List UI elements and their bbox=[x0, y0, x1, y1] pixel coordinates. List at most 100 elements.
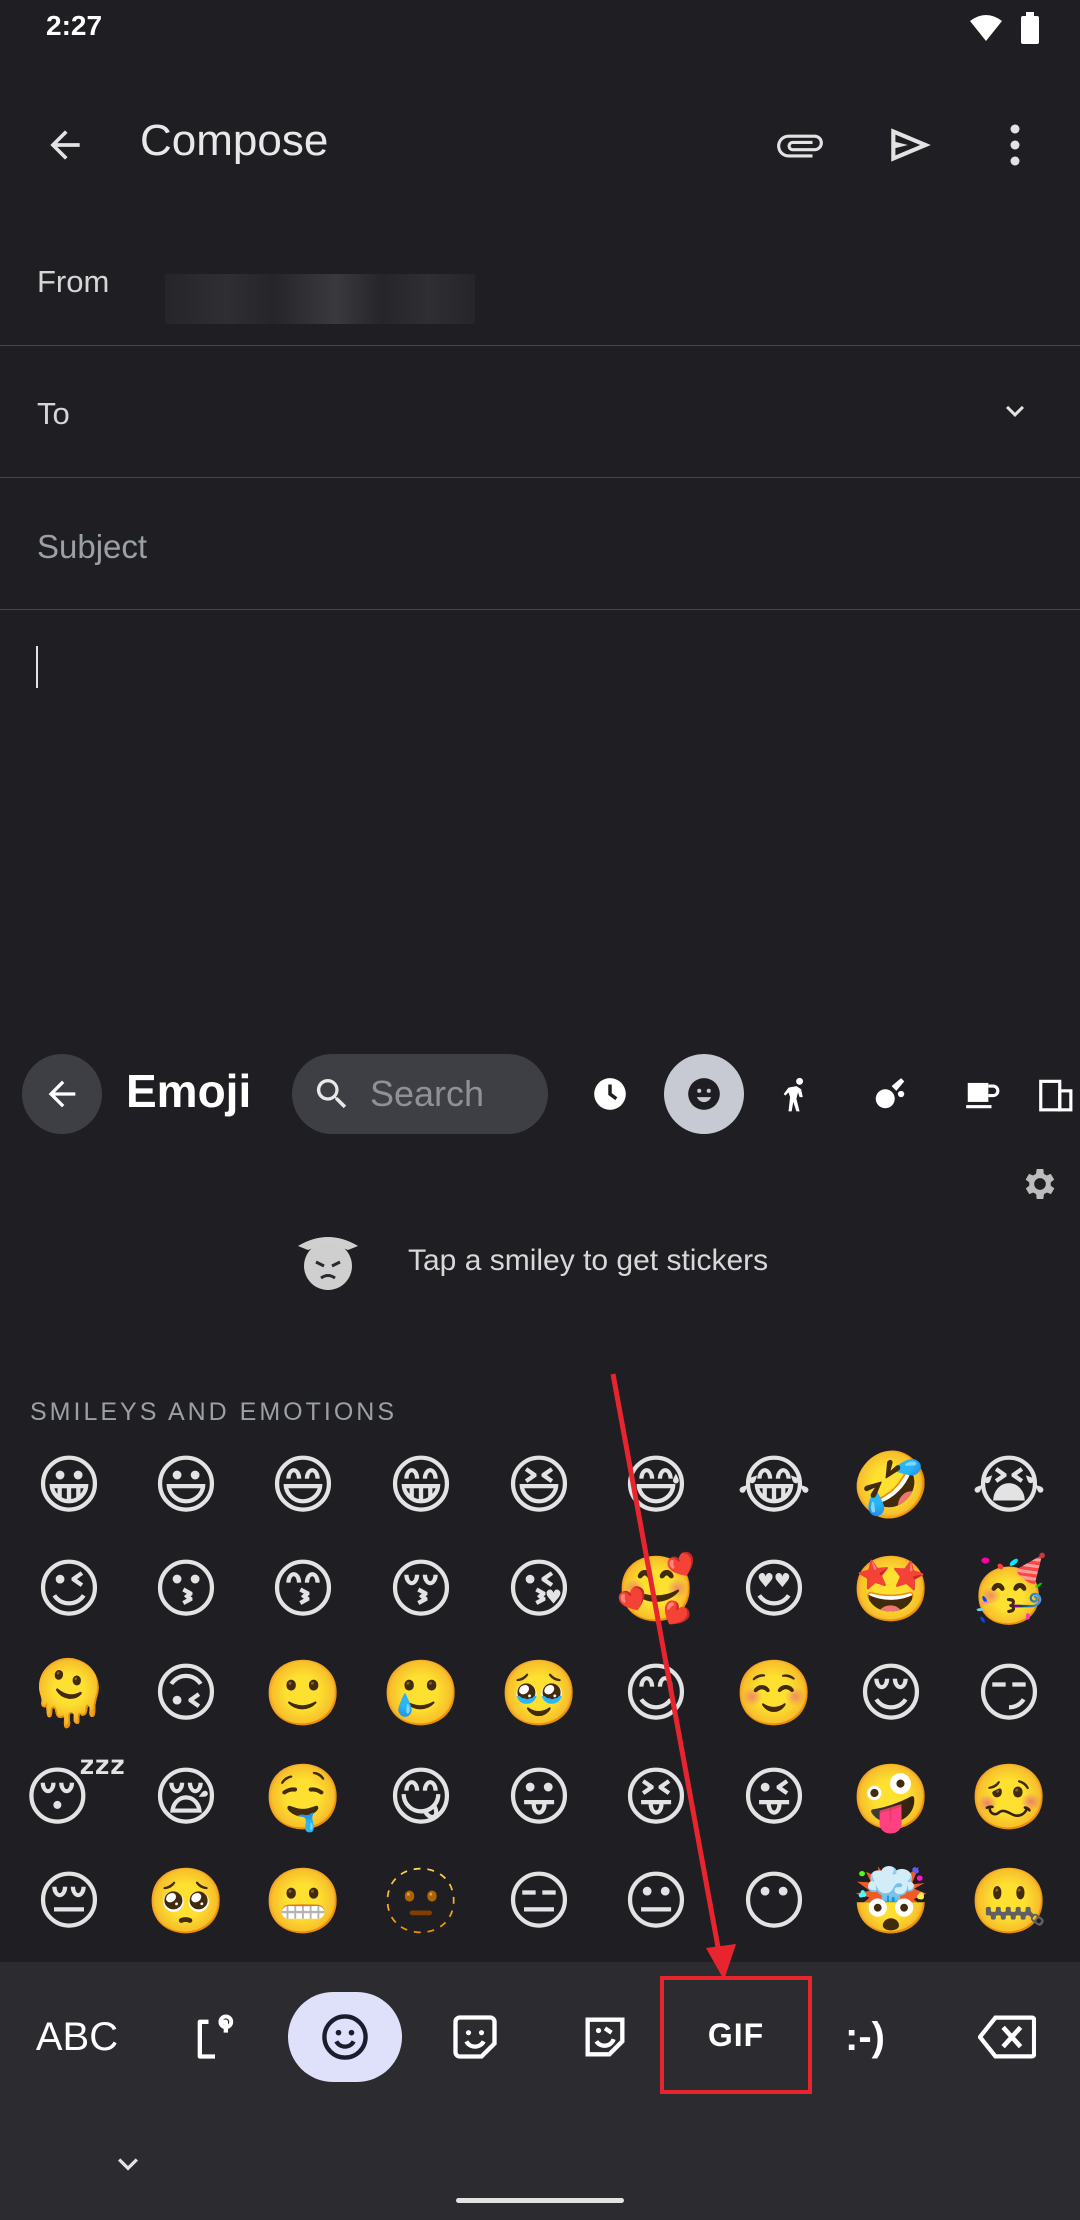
gear-icon bbox=[1025, 1169, 1055, 1199]
food-icon bbox=[966, 1082, 1000, 1109]
activities-icon bbox=[875, 1078, 905, 1109]
status-bar: 2:27 bbox=[0, 0, 1080, 56]
emoji-key[interactable]: 😊 bbox=[611, 1648, 701, 1738]
emoji-key[interactable]: 😪 bbox=[141, 1752, 231, 1842]
emoji-key[interactable]: 🤯 bbox=[846, 1856, 936, 1946]
emoji-key[interactable]: 😏 bbox=[964, 1648, 1054, 1738]
subject-placeholder: Subject bbox=[37, 528, 148, 565]
arrow-back-icon bbox=[48, 1080, 76, 1108]
category-food[interactable] bbox=[942, 1054, 1022, 1134]
emoji-key[interactable]: 🤪 bbox=[846, 1752, 936, 1842]
emoji-key[interactable]: 😂 bbox=[729, 1440, 819, 1530]
recent-icon bbox=[594, 1078, 626, 1110]
smiley-icon bbox=[322, 2014, 368, 2060]
emoji-key[interactable]: 🤩 bbox=[846, 1544, 936, 1634]
emoji-key[interactable]: 🤣 bbox=[846, 1440, 936, 1530]
home-gesture-handle[interactable] bbox=[456, 2198, 624, 2203]
status-icons bbox=[968, 12, 1040, 44]
emoji-key[interactable]: 🥴 bbox=[964, 1752, 1054, 1842]
battery-icon bbox=[1021, 12, 1039, 44]
sticker-smile-icon bbox=[453, 2015, 497, 2059]
gif-label: GIF bbox=[707, 2016, 765, 2053]
clipboard-search-icon bbox=[197, 2014, 234, 2059]
emoji-key[interactable]: 😌 bbox=[846, 1648, 936, 1738]
gif-button[interactable]: GIF bbox=[660, 1976, 812, 2094]
body-field[interactable] bbox=[0, 612, 1080, 1032]
to-label: To bbox=[37, 396, 70, 431]
emoji-key[interactable]: 🤤 bbox=[258, 1752, 348, 1842]
sticker-hint[interactable]: Tap a smiley to get stickers bbox=[0, 1220, 1080, 1310]
emoji-key[interactable]: 😴 bbox=[24, 1752, 127, 1842]
emoji-key[interactable]: 😆 bbox=[494, 1440, 584, 1530]
emoji-key[interactable]: 😁 bbox=[376, 1440, 466, 1530]
from-field[interactable]: From bbox=[0, 214, 1080, 346]
emoji-key[interactable]: 🙃 bbox=[141, 1648, 231, 1738]
cowboy-sticker-icon bbox=[298, 1237, 358, 1290]
category-smileys[interactable] bbox=[664, 1054, 744, 1134]
emoji-key[interactable]: 🥳 bbox=[964, 1544, 1054, 1634]
sticker-icon bbox=[585, 2017, 625, 2057]
emoji-key[interactable]: 🥹 bbox=[494, 1648, 584, 1738]
emoji-key[interactable]: 😉 bbox=[24, 1544, 114, 1634]
attach-button[interactable] bbox=[765, 110, 835, 180]
people-icon bbox=[783, 1077, 804, 1112]
emoticon-button[interactable]: :-) bbox=[820, 1992, 910, 2082]
emoji-key[interactable]: 😛 bbox=[494, 1752, 584, 1842]
emoji-key[interactable]: 😶 bbox=[729, 1856, 819, 1946]
emoji-key[interactable]: 🥰 bbox=[611, 1544, 701, 1634]
more-options-button[interactable] bbox=[985, 110, 1045, 180]
abc-button[interactable]: ABC bbox=[22, 1992, 132, 2082]
emoji-key[interactable]: 😍 bbox=[729, 1544, 819, 1634]
sticker-button[interactable] bbox=[560, 1992, 650, 2082]
category-people[interactable] bbox=[758, 1054, 838, 1134]
chevron-down-icon bbox=[1006, 405, 1024, 417]
emoji-key[interactable]: 😝 bbox=[611, 1752, 701, 1842]
wifi-icon bbox=[970, 15, 1002, 41]
emoji-key[interactable]: 😀 bbox=[24, 1440, 114, 1530]
emoji-key[interactable]: 🤐 bbox=[964, 1856, 1054, 1946]
emoji-tab-button[interactable] bbox=[288, 1992, 402, 2082]
from-label: From bbox=[37, 264, 110, 299]
emoji-settings-button[interactable] bbox=[1020, 1164, 1060, 1204]
expand-recipients-button[interactable] bbox=[990, 386, 1040, 436]
emoji-key[interactable]: 😬 bbox=[258, 1856, 348, 1946]
status-time: 2:27 bbox=[46, 10, 103, 41]
emoji-key[interactable]: 😘 bbox=[494, 1544, 584, 1634]
emoji-key[interactable]: 😔 bbox=[24, 1856, 114, 1946]
category-activities[interactable] bbox=[850, 1054, 930, 1134]
emoji-grid: 😀 😃 😄 😁 😆 😅 😂 🤣 😭 😉 😗 😙 😚 😘 🥰 😍 🤩 🥳 🫠 🙃 🙂 🥲 🥹 😊 ☺️ 😌 😏 😴 😪 🤤 😋 😛 😝 😜 🤪 🥴 😔 🥺 😬… bbox=[0, 1440, 1080, 1960]
text-cursor bbox=[36, 646, 38, 688]
back-button[interactable] bbox=[30, 110, 100, 180]
emoji-key[interactable]: 😄 bbox=[258, 1440, 348, 1530]
hide-keyboard-button[interactable] bbox=[108, 2144, 148, 2184]
smileys-icon bbox=[688, 1078, 720, 1110]
backspace-button[interactable] bbox=[962, 1992, 1052, 2082]
send-button[interactable] bbox=[875, 110, 945, 180]
emoji-key[interactable]: ☺️ bbox=[729, 1648, 819, 1738]
emoji-key[interactable]: 😐 bbox=[611, 1856, 701, 1946]
emoji-key[interactable]: 😋 bbox=[376, 1752, 466, 1842]
emoji-key[interactable]: 🫠 bbox=[24, 1648, 114, 1738]
emoji-key[interactable]: 😭 bbox=[964, 1440, 1054, 1530]
emoji-key[interactable]: 😜 bbox=[729, 1752, 819, 1842]
keyboard-back-button[interactable] bbox=[22, 1054, 102, 1134]
emoji-kitchen-button[interactable] bbox=[430, 1992, 520, 2082]
category-places[interactable] bbox=[1036, 1054, 1080, 1134]
clipboard-button[interactable] bbox=[170, 1992, 260, 2082]
chevron-down-icon bbox=[118, 2158, 138, 2171]
more-vert-icon bbox=[1010, 124, 1020, 166]
emoji-key[interactable]: 🥲 bbox=[376, 1648, 466, 1738]
emoji-key[interactable]: 😑 bbox=[494, 1856, 584, 1946]
emoji-key[interactable]: 🙂 bbox=[258, 1648, 348, 1738]
emoji-key[interactable]: 😗 bbox=[141, 1544, 231, 1634]
category-recent[interactable] bbox=[570, 1054, 650, 1134]
emoji-key[interactable]: 🫥 bbox=[376, 1856, 466, 1946]
emoji-key[interactable]: 😃 bbox=[141, 1440, 231, 1530]
emoji-key[interactable]: 🥺 bbox=[141, 1856, 231, 1946]
to-field[interactable]: To bbox=[0, 346, 1080, 478]
emoji-search-input[interactable]: Search bbox=[292, 1054, 548, 1134]
emoji-key[interactable]: 😚 bbox=[376, 1544, 466, 1634]
emoji-key[interactable]: 😙 bbox=[258, 1544, 348, 1634]
subject-field[interactable]: Subject bbox=[0, 478, 1080, 610]
emoji-key[interactable]: 😅 bbox=[611, 1440, 701, 1530]
